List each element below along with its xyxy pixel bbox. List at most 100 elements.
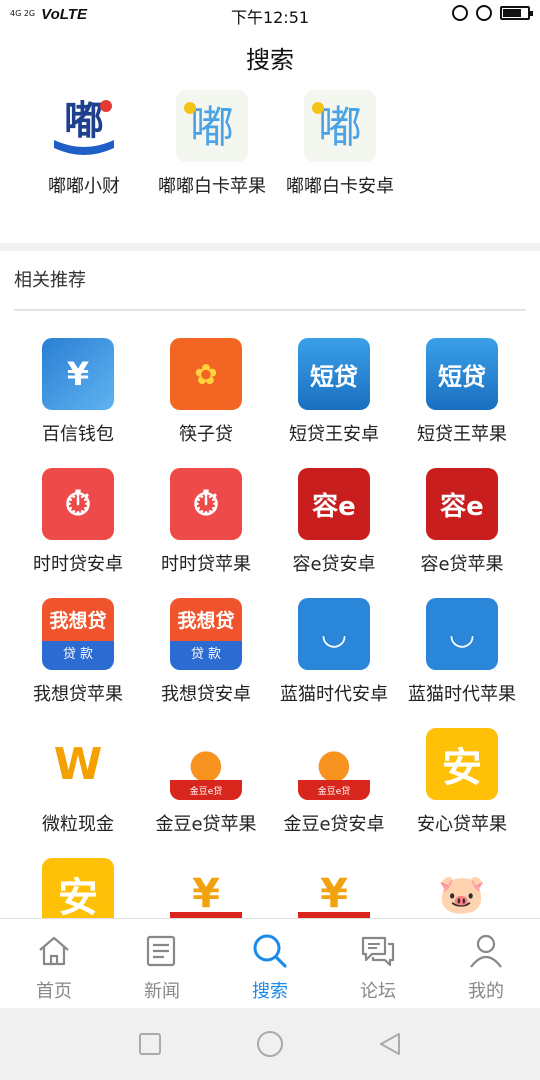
- dudu-baika-icon: 嘟: [304, 90, 376, 162]
- app-grid-item[interactable]: ¥ 百信钱包: [14, 338, 142, 468]
- status-bar: 4G 2G VoLTE 下午12:51: [0, 0, 540, 28]
- shishi-dai-icon: ⏱: [170, 468, 242, 540]
- app-label: 蓝猫时代安卓: [280, 684, 388, 705]
- icon-glyph: 容e: [440, 491, 484, 522]
- rong-e-dai-icon: 容e: [426, 468, 498, 540]
- nav-tab-search[interactable]: 搜索: [216, 919, 324, 1008]
- anxin-dai-icon: 安: [426, 728, 498, 800]
- forum-icon: [358, 931, 398, 971]
- recents-button[interactable]: [135, 1029, 165, 1059]
- app-grid-item[interactable]: ¥: [270, 858, 398, 918]
- app-grid-item[interactable]: W 微粒现金: [14, 728, 142, 858]
- jindou-mango-icon: ● 金豆e贷: [170, 728, 242, 800]
- battery-icon: [500, 6, 533, 20]
- app-grid-item[interactable]: ◡ 蓝猫时代安卓: [270, 598, 398, 728]
- app-grid-item[interactable]: 安安心贷苹果: [398, 728, 526, 858]
- app-grid-item[interactable]: 我想贷贷 款我想贷苹果: [14, 598, 142, 728]
- icon-glyph: ⏱: [192, 484, 220, 524]
- app-label: 蓝猫时代苹果: [408, 684, 516, 705]
- jindou-mango-icon: ● 金豆e贷: [298, 728, 370, 800]
- icon-glyph: ¥: [320, 871, 348, 917]
- recommend-grid: ¥ 百信钱包 ✿ 筷子贷 短贷 短贷王安卓 短贷 短贷王苹果 ⏱ 时时贷安卓 ⏱ 时时贷苹果 容e 容e贷…: [14, 338, 526, 918]
- app-grid-item[interactable]: ● 金豆e贷金豆e贷苹果: [142, 728, 270, 858]
- icon-glyph: ◡: [450, 616, 474, 652]
- icon-subtext: 贷 款: [62, 647, 94, 662]
- app-label: 时时贷苹果: [161, 554, 251, 575]
- top-results: 嘟 嘟嘟小财 嘟 嘟嘟白卡苹果 嘟 嘟嘟白卡安卓: [20, 90, 404, 198]
- lock-rotation-icon: [476, 5, 492, 21]
- woxiang-dai-icon: 我想贷贷 款: [170, 598, 242, 670]
- app-label: 我想贷安卓: [161, 684, 251, 705]
- kuaizi-dai-icon: ✿: [170, 338, 242, 410]
- icon-banner: 金豆e贷: [298, 780, 370, 800]
- home-button[interactable]: [255, 1029, 285, 1059]
- svg-text:嘟: 嘟: [190, 102, 234, 153]
- profile-icon: [466, 931, 506, 971]
- icon-glyph: ⏱: [64, 484, 92, 524]
- app-label: 嘟嘟白卡苹果: [158, 176, 266, 197]
- nav-tab-profile[interactable]: 我的: [432, 919, 540, 1008]
- back-button[interactable]: [375, 1029, 405, 1059]
- icon-glyph: ¥: [66, 355, 90, 393]
- nav-label: 论坛: [360, 981, 396, 1002]
- icon-glyph: ¥: [192, 871, 220, 917]
- icon-glyph: ◡: [322, 616, 346, 652]
- app-grid-item[interactable]: ◡ 蓝猫时代苹果: [398, 598, 526, 728]
- anxin-dai-icon: 安: [42, 858, 114, 918]
- app-label: 嘟嘟白卡安卓: [286, 176, 394, 197]
- icon-glyph: 安: [442, 745, 482, 791]
- app-result-dudu-baika-ios[interactable]: 嘟 嘟嘟白卡苹果: [148, 90, 276, 198]
- icon-banner: 金豆e贷: [170, 780, 242, 800]
- news-icon: [142, 931, 182, 971]
- money-bag-icon: ¥: [298, 858, 370, 918]
- app-label: 金豆e贷安卓: [283, 814, 385, 835]
- icon-glyph: 安: [58, 875, 98, 918]
- page-title: 搜索: [246, 46, 294, 74]
- app-grid-item[interactable]: 我想贷贷 款我想贷安卓: [142, 598, 270, 728]
- nav-tab-news[interactable]: 新闻: [108, 919, 216, 1008]
- app-grid-item[interactable]: ⏱ 时时贷苹果: [142, 468, 270, 598]
- app-label: 安心贷苹果: [417, 814, 507, 835]
- app-grid-item[interactable]: ✿ 筷子贷: [142, 338, 270, 468]
- icon-glyph: 短贷: [438, 362, 486, 391]
- app-result-dudu-xiaocai[interactable]: 嘟 嘟嘟小财: [20, 90, 148, 198]
- lanmao-icon: ◡: [426, 598, 498, 670]
- app-grid-item[interactable]: 🐷: [398, 858, 526, 918]
- weili-cash-icon: W: [42, 728, 114, 800]
- section-divider: [0, 243, 540, 251]
- app-label: 百信钱包: [42, 424, 114, 445]
- icon-glyph: W: [53, 738, 103, 790]
- duandai-icon: 短贷: [426, 338, 498, 410]
- nav-label: 首页: [36, 981, 72, 1002]
- app-label: 金豆e贷苹果: [155, 814, 257, 835]
- app-result-dudu-baika-android[interactable]: 嘟 嘟嘟白卡安卓: [276, 90, 404, 198]
- app-grid-item[interactable]: ⏱ 时时贷安卓: [14, 468, 142, 598]
- app-grid-item[interactable]: 容e 容e贷安卓: [270, 468, 398, 598]
- app-grid-item[interactable]: ● 金豆e贷金豆e贷安卓: [270, 728, 398, 858]
- nav-label: 新闻: [144, 981, 180, 1002]
- app-label: 短贷王安卓: [289, 424, 379, 445]
- app-grid-item[interactable]: ¥: [142, 858, 270, 918]
- nav-tab-forum[interactable]: 论坛: [324, 919, 432, 1008]
- divider-line: [14, 309, 526, 311]
- app-grid-item[interactable]: 容e 容e贷苹果: [398, 468, 526, 598]
- app-label: 时时贷安卓: [33, 554, 123, 575]
- app-label: 微粒现金: [42, 814, 114, 835]
- rong-e-dai-icon: 容e: [298, 468, 370, 540]
- app-grid-item[interactable]: 短贷 短贷王安卓: [270, 338, 398, 468]
- section-title-recommend: 相关推荐: [14, 270, 86, 291]
- lanmao-icon: ◡: [298, 598, 370, 670]
- nav-label: 搜索: [252, 981, 288, 1002]
- icon-glyph: ✿: [194, 357, 218, 391]
- piggy-bank-icon: 🐷: [426, 858, 498, 918]
- icon-glyph: 我想贷: [177, 610, 235, 632]
- bottom-nav: 首页 新闻 搜索 论坛 我的: [0, 918, 540, 1008]
- nfc-icon: [452, 5, 468, 21]
- nav-tab-home[interactable]: 首页: [0, 919, 108, 1008]
- baixin-wallet-icon: ¥: [42, 338, 114, 410]
- money-bag-icon: ¥: [170, 858, 242, 918]
- app-grid-item[interactable]: 短贷 短贷王苹果: [398, 338, 526, 468]
- app-grid-item[interactable]: 安: [14, 858, 142, 918]
- search-icon: [250, 931, 290, 971]
- app-label: 嘟嘟小财: [48, 176, 120, 197]
